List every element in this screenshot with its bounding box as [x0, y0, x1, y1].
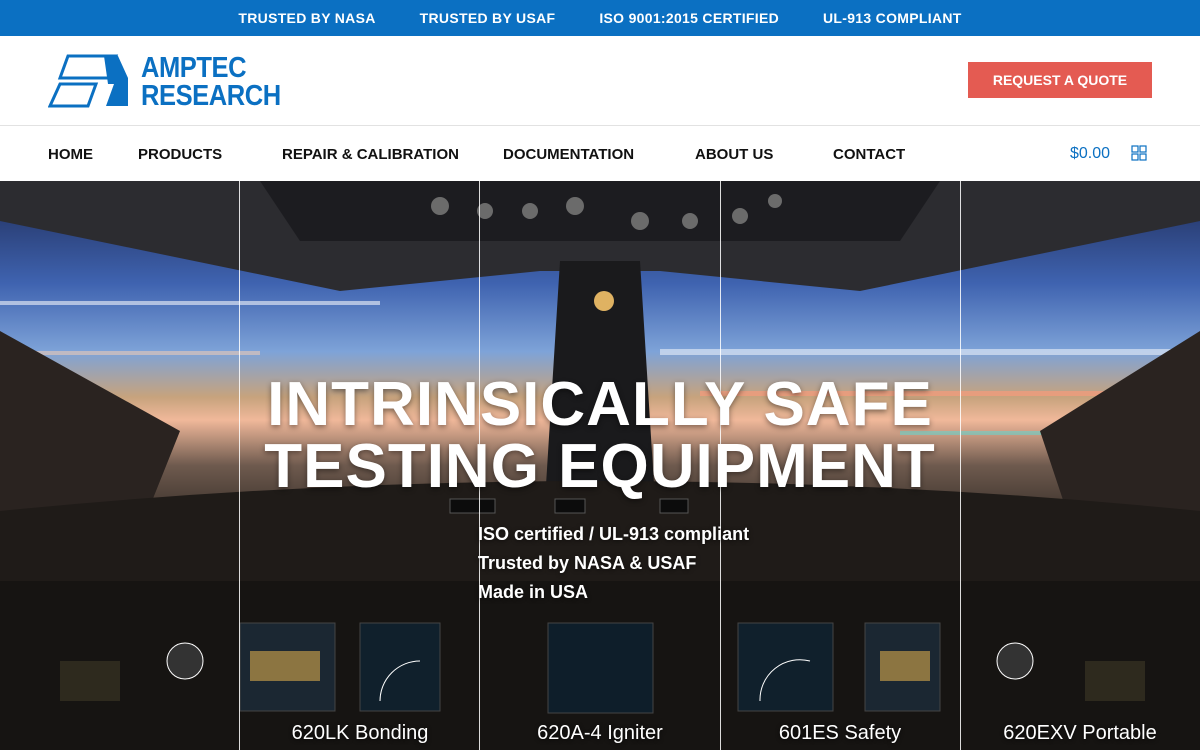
brand-line-2: RESEARCH	[141, 80, 281, 112]
product-601es-safety[interactable]: 601ES Safety	[720, 722, 960, 745]
trust-nasa: TRUSTED BY NASA	[238, 10, 376, 26]
site-header: AMPTEC RESEARCH REQUEST A QUOTE	[0, 36, 1200, 126]
nav-about-us[interactable]: ABOUT US	[695, 127, 773, 181]
product-620exv-portable[interactable]: 620EXV Portable	[960, 722, 1200, 745]
nav-products[interactable]: PRODUCTS	[138, 127, 222, 181]
nav-repair-calibration[interactable]: REPAIR & CALIBRATION	[282, 127, 459, 181]
hero-subtitle-trusted: Trusted by NASA & USAF	[478, 553, 697, 573]
cart-total[interactable]: $0.00	[1070, 127, 1110, 181]
brand-line-1: AMPTEC	[141, 52, 247, 84]
hero-subtitle-iso: ISO certified / UL-913 compliant	[478, 524, 750, 544]
hero-subtitle-made-in-usa: Made in USA	[478, 582, 589, 602]
trust-bar: TRUSTED BY NASA TRUSTED BY USAF ISO 9001…	[0, 0, 1200, 36]
parallelogram-mark-icon	[48, 54, 128, 108]
hero-title: INTRINSICALLY SAFE TESTING EQUIPMENT	[0, 374, 1200, 498]
trust-iso: ISO 9001:2015 CERTIFIED	[599, 10, 779, 26]
product-620a4-igniter[interactable]: 620A-4 Igniter	[480, 722, 720, 745]
brand-logo[interactable]: AMPTEC RESEARCH	[48, 52, 298, 112]
hero-banner: INTRINSICALLY SAFE TESTING EQUIPMENT ISO…	[0, 181, 1200, 750]
trust-usaf: TRUSTED BY USAF	[419, 10, 556, 26]
hero-title-line-2: TESTING EQUIPMENT	[264, 432, 936, 501]
main-nav: HOME PRODUCTS REPAIR & CALIBRATION DOCUM…	[0, 127, 1200, 181]
nav-documentation[interactable]: DOCUMENTATION	[503, 127, 634, 181]
trust-ul: UL-913 COMPLIANT	[823, 10, 962, 26]
nav-contact[interactable]: CONTACT	[833, 127, 905, 181]
nav-home[interactable]: HOME	[48, 127, 93, 181]
hero-title-line-1: INTRINSICALLY SAFE	[267, 370, 933, 439]
grid-cart-icon[interactable]	[1131, 145, 1147, 161]
request-quote-button[interactable]: REQUEST A QUOTE	[968, 62, 1152, 98]
brand-wordmark: AMPTEC RESEARCH	[141, 52, 281, 112]
product-620lk-bonding[interactable]: 620LK Bonding	[240, 722, 480, 745]
